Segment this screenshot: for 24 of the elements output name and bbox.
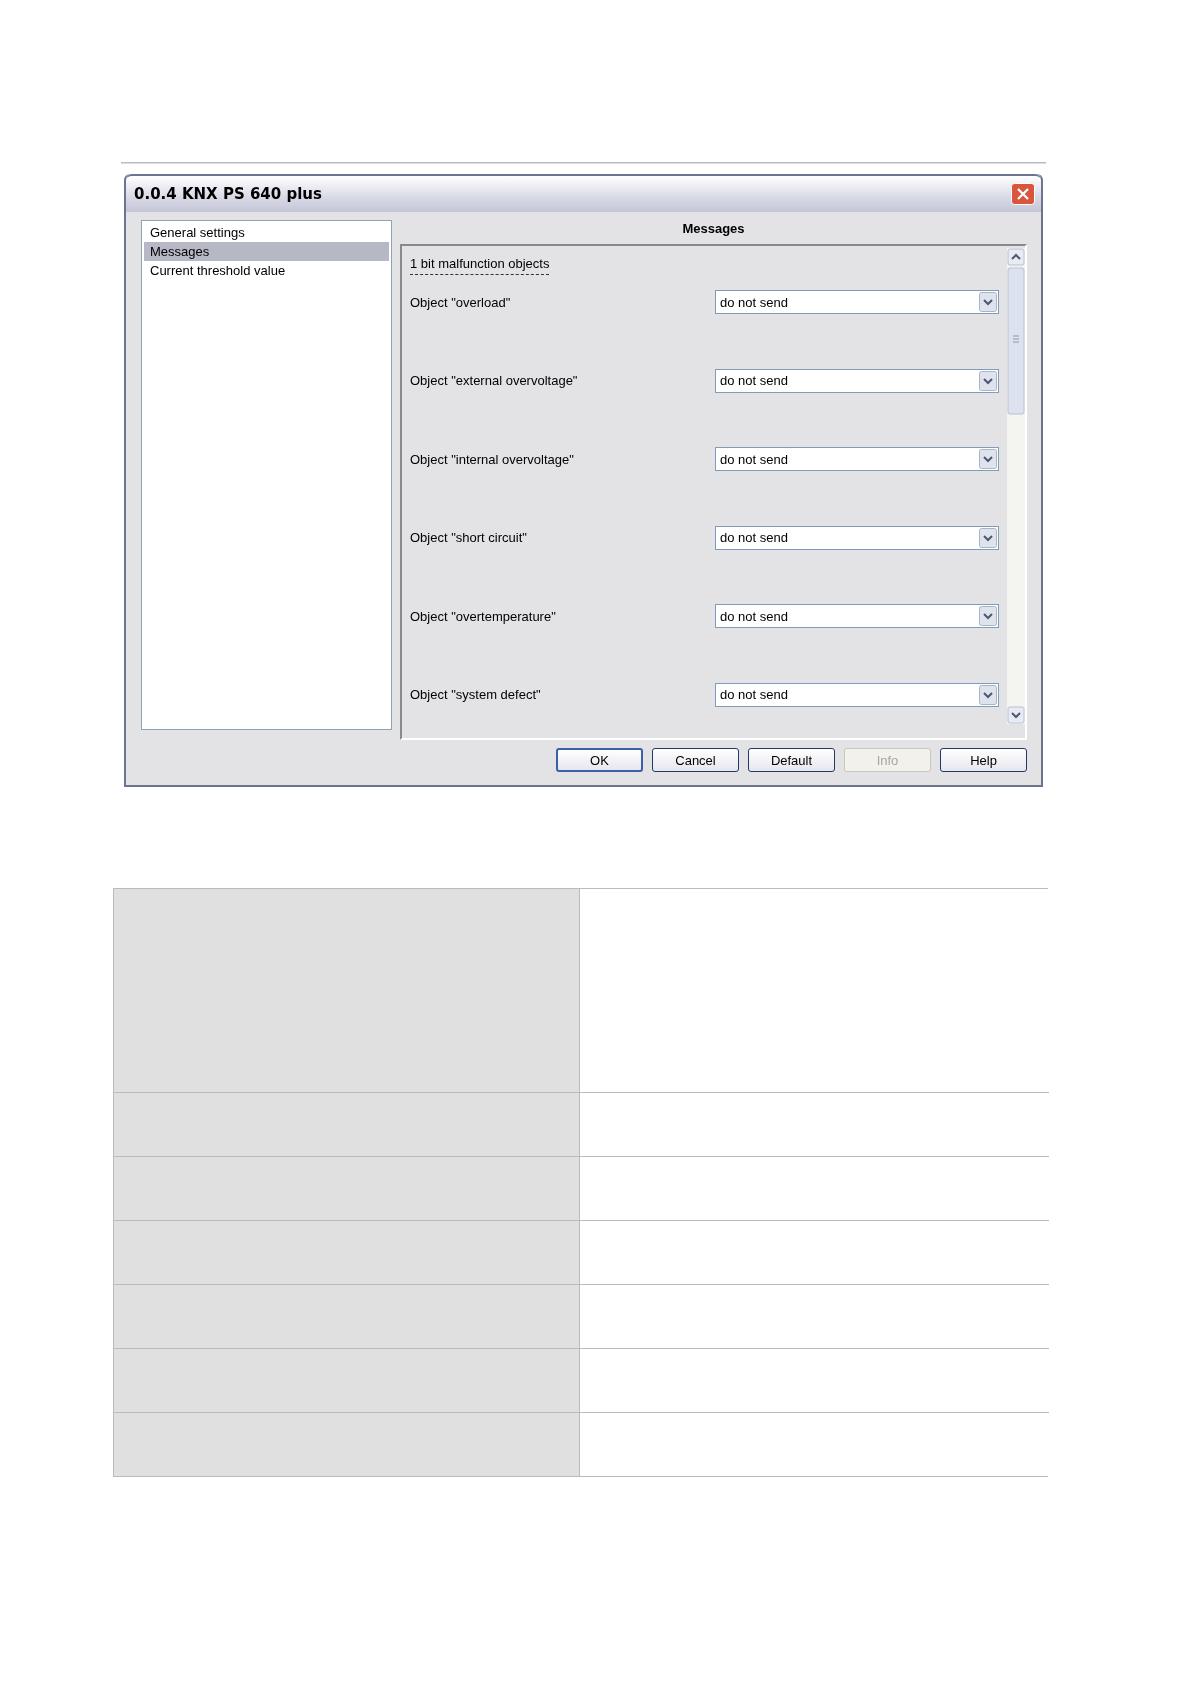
sidebar-item[interactable]: General settings (144, 223, 389, 242)
dialog-button[interactable]: Cancel (652, 748, 739, 772)
parameter-label: Object "overload" (410, 294, 511, 310)
dropdown[interactable]: do not send (715, 525, 999, 550)
panel-title: Messages (681, 220, 746, 238)
dropdown[interactable]: do not send (715, 290, 999, 314)
parameter-label: Object "internal overvoltage" (410, 451, 574, 467)
dropdown[interactable]: do not send (715, 604, 999, 628)
dropdown[interactable]: do not send (715, 682, 999, 707)
window-title: 0.0.4 KNX PS 640 plus (134, 185, 322, 203)
dropdown[interactable]: do not send (715, 368, 999, 393)
sidebar-item[interactable]: Messages (144, 242, 389, 261)
dialog-button[interactable]: OK (556, 748, 643, 772)
parameter-label: Object "system defect" (410, 687, 541, 702)
close-icon[interactable] (1011, 183, 1035, 205)
section-heading: 1 bit malfunction objects (410, 256, 550, 275)
scrollbar[interactable] (1007, 248, 1025, 724)
dropdown[interactable]: do not send (715, 447, 999, 471)
parameter-label: Object "short circuit" (410, 530, 527, 545)
parameter-label: Object "external overvoltage" (410, 373, 578, 388)
dialog-button[interactable]: Help (940, 748, 1027, 772)
sidebar-item[interactable]: Current threshold value (144, 261, 389, 280)
dialog-button[interactable]: Default (748, 748, 835, 772)
parameter-label: Object "overtemperature" (410, 608, 556, 624)
